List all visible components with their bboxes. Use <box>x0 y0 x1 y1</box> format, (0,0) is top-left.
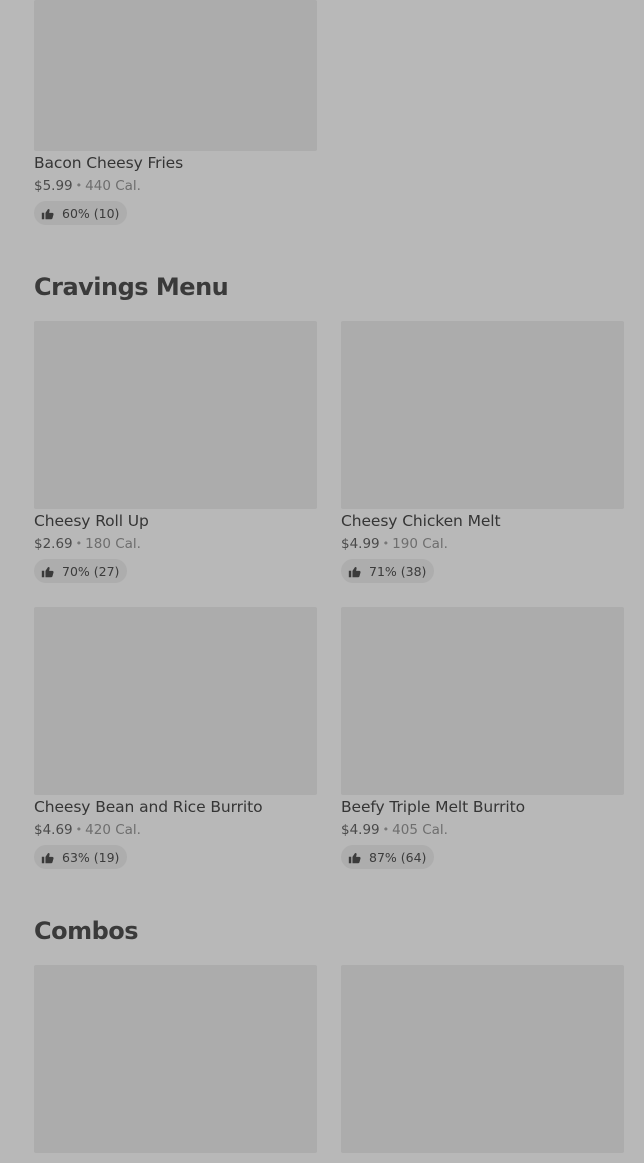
menu-item-image[interactable] <box>34 321 317 509</box>
separator-dot: • <box>382 823 390 836</box>
menu-item-price-calories: $4.99 • 405 Cal. <box>341 822 448 838</box>
menu-item-name[interactable]: Bacon Cheesy Fries <box>34 154 183 172</box>
menu-item-image[interactable] <box>341 607 624 795</box>
menu-item-rating: 63% (19) <box>34 845 128 869</box>
menu-item-calories: 420 Cal. <box>85 822 141 838</box>
menu-item-rating: 70% (27) <box>34 559 128 583</box>
menu-item-name[interactable]: Cheesy Bean and Rice Burrito <box>34 798 263 816</box>
menu-item-image[interactable] <box>341 321 624 509</box>
thumbs-up-icon <box>41 566 54 577</box>
menu-item-image[interactable] <box>341 965 624 1153</box>
menu-item-name[interactable]: Cheesy Roll Up <box>34 512 149 530</box>
menu-item-image[interactable] <box>34 965 317 1153</box>
menu-item-price: $4.99 <box>341 822 380 838</box>
menu-item-rating: 71% (38) <box>341 559 435 583</box>
thumbs-up-icon <box>348 566 361 577</box>
menu-item-price-calories: $4.99 • 190 Cal. <box>341 536 448 552</box>
rating-text: 63% (19) <box>62 849 120 865</box>
menu-item-calories: 440 Cal. <box>85 178 141 194</box>
menu-item-image[interactable] <box>34 0 317 151</box>
menu-item-calories: 180 Cal. <box>85 536 141 552</box>
menu-item-rating: 87% (64) <box>341 845 435 869</box>
menu-item-price: $4.69 <box>34 822 73 838</box>
menu-item-price-calories: $4.69 • 420 Cal. <box>34 822 141 838</box>
menu-item-price-calories: $2.69 • 180 Cal. <box>34 536 141 552</box>
menu-item-rating: 60% (10) <box>34 201 128 225</box>
menu-item-price: $4.99 <box>341 536 380 552</box>
menu-item-price: $2.69 <box>34 536 73 552</box>
separator-dot: • <box>75 179 83 192</box>
separator-dot: • <box>382 537 390 550</box>
thumbs-up-icon <box>41 852 54 863</box>
menu-item-price: $5.99 <box>34 178 73 194</box>
menu-item-image[interactable] <box>34 607 317 795</box>
menu-item-calories: 405 Cal. <box>392 822 448 838</box>
thumbs-up-icon <box>348 852 361 863</box>
menu-item-price-calories: $5.99 • 440 Cal. <box>34 178 141 194</box>
menu-item-name[interactable]: Cheesy Chicken Melt <box>341 512 501 530</box>
menu-item-name[interactable]: Beefy Triple Melt Burrito <box>341 798 525 816</box>
section-title-combos: Combos <box>34 917 139 945</box>
thumbs-up-icon <box>41 208 54 219</box>
separator-dot: • <box>75 537 83 550</box>
rating-text: 60% (10) <box>62 205 120 221</box>
menu-item-calories: 190 Cal. <box>392 536 448 552</box>
rating-text: 87% (64) <box>369 849 427 865</box>
rating-text: 71% (38) <box>369 563 427 579</box>
rating-text: 70% (27) <box>62 563 120 579</box>
separator-dot: • <box>75 823 83 836</box>
section-title-cravings-menu: Cravings Menu <box>34 273 229 301</box>
